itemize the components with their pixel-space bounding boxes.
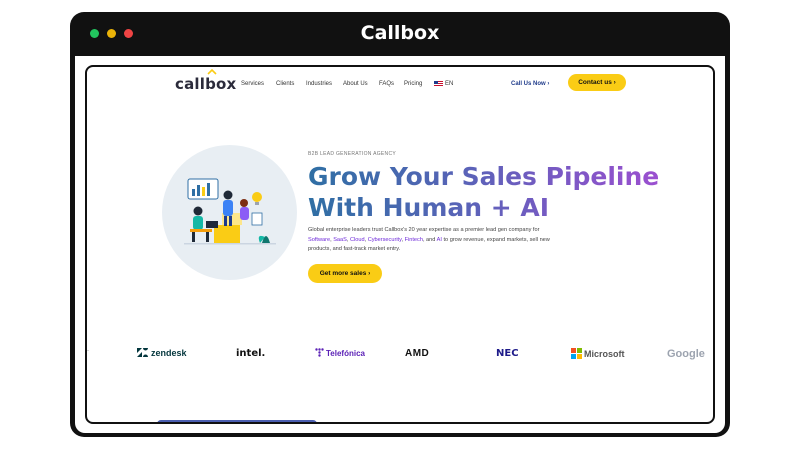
hero-illustration <box>162 145 297 280</box>
browser-screen: callbox Services Clients Industries Abou… <box>75 56 725 433</box>
amd-logo: AMD <box>405 348 430 359</box>
desc-link-fintech[interactable]: Fintech <box>405 237 423 243</box>
desc-link-saas[interactable]: SaaS <box>333 237 347 243</box>
intel-logo: intel. <box>236 348 266 359</box>
hero-headline-line1: Grow Your Sales Pipeline <box>308 162 660 191</box>
zendesk-mark-icon <box>137 348 148 357</box>
next-section-edge <box>157 420 317 422</box>
zendesk-logo-text: zendesk <box>151 348 187 358</box>
microsoft-grid-icon <box>571 348 582 359</box>
nav-item-faqs[interactable]: FAQs <box>379 81 394 87</box>
desc-link-software[interactable]: Software <box>308 237 330 243</box>
telefonica-dots-icon <box>315 348 324 357</box>
webpage-viewport: callbox Services Clients Industries Abou… <box>85 65 715 424</box>
nav-item-pricing[interactable]: Pricing <box>404 81 422 87</box>
nav-item-industries[interactable]: Industries <box>306 81 332 87</box>
hero-headline: Grow Your Sales Pipeline With Human + AI <box>308 161 659 223</box>
desc-text: Global enterprise leaders trust Callbox'… <box>308 227 540 233</box>
hero-headline-line2: With Human + AI <box>308 193 550 222</box>
device-frame: Callbox callbox Services Clients Industr… <box>70 12 730 437</box>
language-selector[interactable]: EN <box>445 81 453 87</box>
callbox-logo[interactable]: callbox <box>175 75 236 93</box>
zendesk-logo: zendesk <box>137 348 187 358</box>
team-growth-illustration-icon <box>184 178 276 245</box>
microsoft-logo-text: Microsoft <box>584 349 625 359</box>
desc-link-cybersecurity[interactable]: Cybersecurity <box>368 237 402 243</box>
nav-item-clients[interactable]: Clients <box>276 81 294 87</box>
get-more-sales-button[interactable]: Get more sales › <box>308 264 382 283</box>
microsoft-logo: Microsoft <box>571 348 625 359</box>
desc-text: , and <box>422 236 437 243</box>
window-titlebar: Callbox <box>70 12 730 56</box>
call-us-now-link[interactable]: Call Us Now › <box>511 81 549 87</box>
hero-eyebrow: B2B LEAD GENERATION AGENCY <box>308 151 397 157</box>
hero-description: Global enterprise leaders trust Callbox'… <box>308 226 558 255</box>
google-logo: Google <box>667 348 705 360</box>
telefonica-logo: Telefónica <box>315 348 365 358</box>
contact-us-button[interactable]: Contact us › <box>568 74 626 91</box>
nav-item-services[interactable]: Services <box>241 81 264 87</box>
window-title: Callbox <box>360 22 440 44</box>
nav-item-about-us[interactable]: About Us <box>343 81 368 87</box>
us-flag-icon[interactable] <box>434 81 443 87</box>
telefonica-logo-text: Telefónica <box>326 349 365 358</box>
nec-logo: NEC <box>496 348 519 359</box>
partial-logo: - <box>87 348 89 354</box>
desc-link-cloud[interactable]: Cloud <box>350 237 365 243</box>
